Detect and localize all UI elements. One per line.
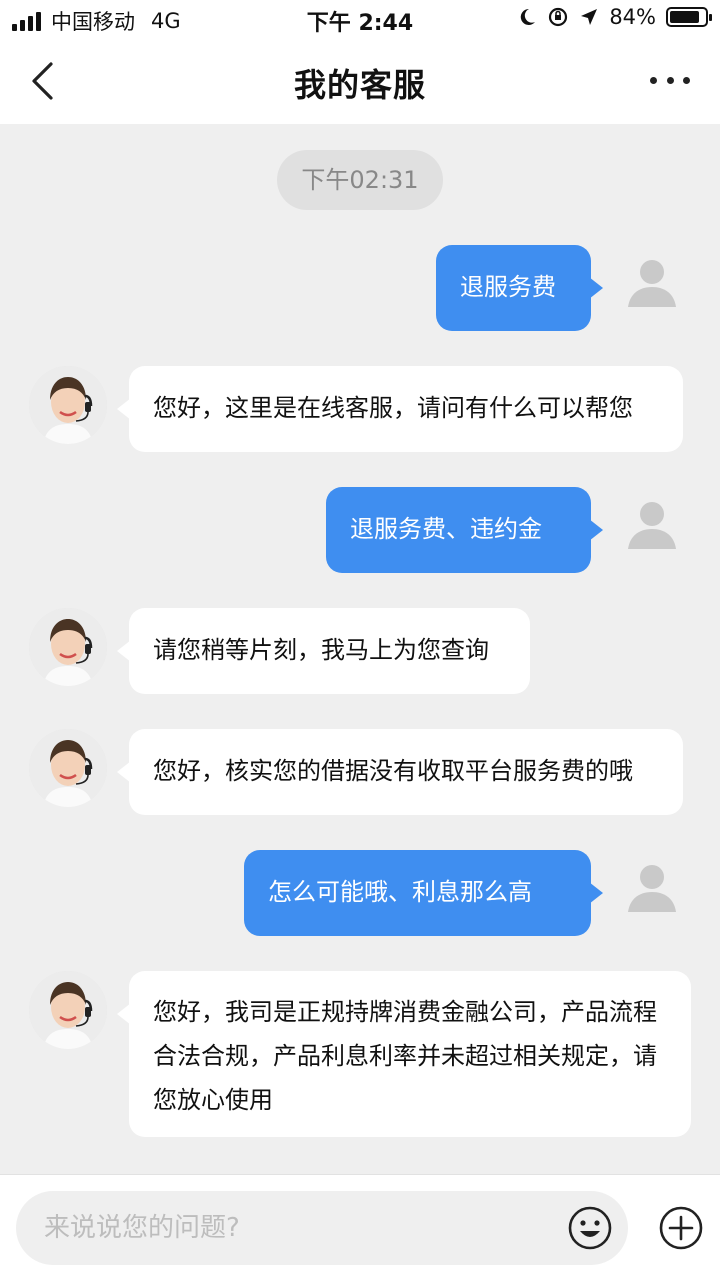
battery-icon: [666, 7, 712, 27]
agent-message-bubble[interactable]: 您好，这里是在线客服，请问有什么可以帮您: [117, 366, 683, 452]
agent-message-bubble[interactable]: 请您稍等片刻，我马上为您查询: [117, 608, 530, 694]
more-icon[interactable]: [650, 68, 690, 92]
agent-message-bubble[interactable]: 您好，我司是正规持牌消费金融公司，产品流程合法合规，产品利息利率并未超过相关规定…: [117, 971, 691, 1137]
user-avatar-icon: [628, 260, 676, 307]
moon-icon: [521, 8, 536, 25]
location-icon: [581, 9, 598, 25]
battery-percent: 84%: [609, 5, 656, 29]
add-icon[interactable]: [657, 1204, 705, 1252]
nav-bar: 我的客服: [0, 40, 720, 124]
user-message-bubble[interactable]: 怎么可能哦、利息那么高: [244, 850, 603, 936]
status-bar: 中国移动 4G 下午 2:44 84%: [0, 0, 720, 40]
battery-fill: [670, 11, 699, 23]
chat-timestamp: 下午02:31: [277, 150, 443, 210]
agent-avatar: [29, 608, 107, 686]
chat-area[interactable]: 下午02:31 退服务费 您好，这里是在线客服，请问有什么可以帮您 退服务费、违…: [0, 124, 720, 1174]
agent-avatar: [29, 366, 107, 444]
emoji-icon[interactable]: [566, 1204, 614, 1252]
user-avatar-icon: [628, 502, 676, 549]
agent-avatar: [29, 729, 107, 807]
user-message-bubble[interactable]: 退服务费、违约金: [326, 487, 603, 573]
message-input[interactable]: 来说说您的问题?: [16, 1191, 628, 1265]
agent-message-bubble[interactable]: 您好，核实您的借据没有收取平台服务费的哦: [117, 729, 683, 815]
user-avatar-icon: [628, 865, 676, 912]
page-title: 我的客服: [293, 66, 426, 104]
user-message-bubble[interactable]: 退服务费: [436, 245, 603, 331]
rotation-lock-icon: [549, 7, 568, 27]
agent-avatar: [29, 971, 107, 1049]
status-right: 84%: [517, 5, 712, 29]
input-bar: 来说说您的问题?: [0, 1174, 720, 1281]
